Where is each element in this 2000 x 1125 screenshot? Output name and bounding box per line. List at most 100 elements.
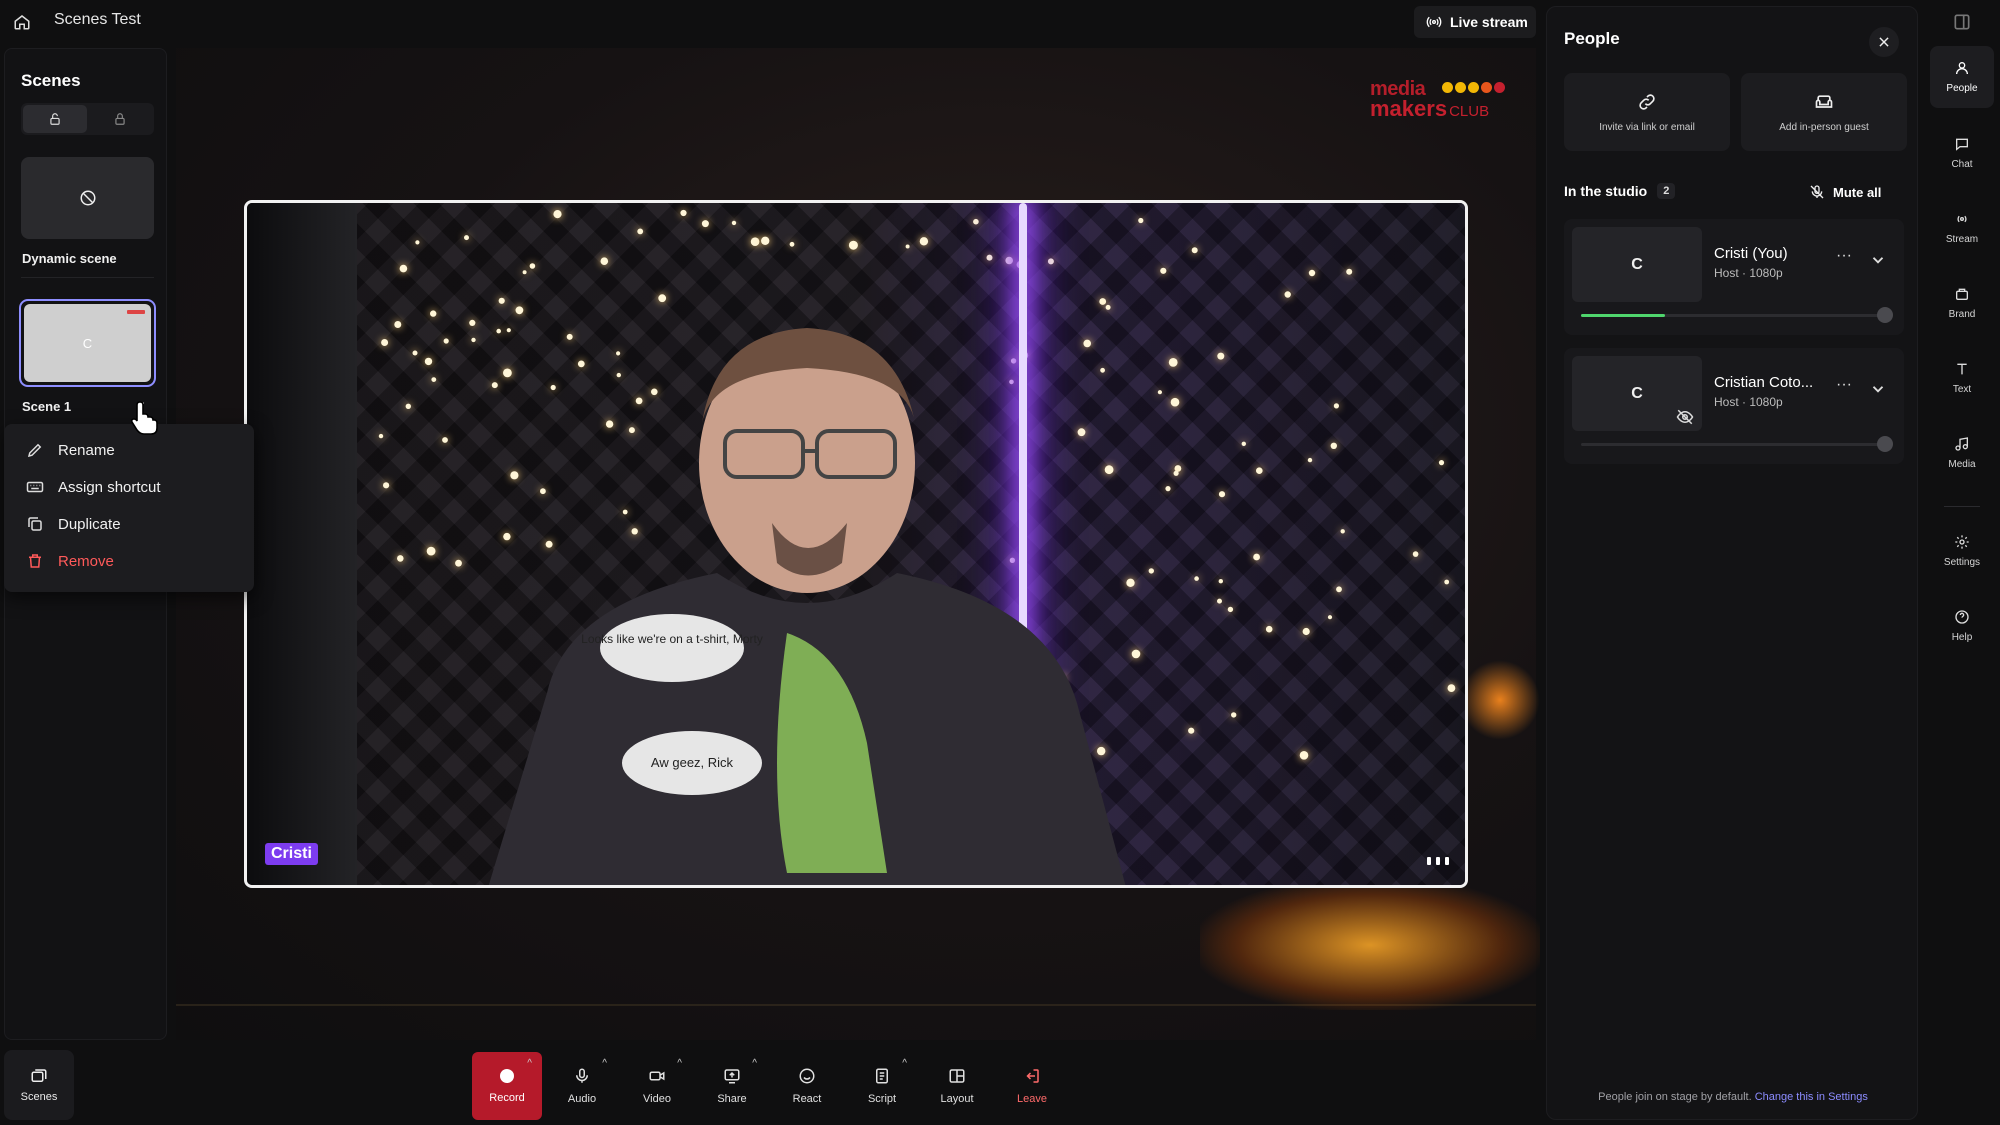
layout-button[interactable]: Layout [922, 1052, 992, 1120]
string-light-bulb [383, 482, 390, 489]
menu-item-duplicate[interactable]: Duplicate [4, 506, 254, 542]
string-light-bulb [1265, 625, 1273, 633]
rail-item-settings[interactable]: Settings [1930, 520, 1994, 582]
menu-item-label: Rename [58, 441, 115, 459]
change-in-settings-link[interactable]: Change this in Settings [1755, 1091, 1868, 1103]
string-light-bulb [1131, 649, 1141, 659]
microphone-icon [576, 1068, 588, 1083]
close-people-panel-button[interactable] [1869, 27, 1899, 57]
string-light-bulb [1157, 390, 1162, 395]
scenes-tab-button[interactable]: Scenes [4, 1050, 74, 1120]
text-icon [1957, 363, 1967, 375]
string-light-bulb [1444, 579, 1450, 585]
participant-card[interactable]: C Cristian Coto... Host · 1080p ··· [1564, 348, 1904, 464]
string-light-bulb [397, 555, 404, 562]
audio-level-meter [1581, 443, 1881, 446]
in-studio-heading: In the studio 2 [1564, 183, 1676, 199]
layout-label: Layout [940, 1093, 974, 1105]
people-title: People [1564, 29, 1620, 48]
string-light-bulb [1173, 470, 1179, 476]
lock-scenes-button[interactable] [88, 105, 152, 133]
string-light-bulb [1333, 403, 1339, 409]
dynamic-scene-thumbnail[interactable] [21, 157, 154, 239]
live-stream-button[interactable]: Live stream [1414, 6, 1536, 38]
rail-item-stream[interactable]: Stream [1930, 197, 1994, 259]
invite-link-button[interactable]: Invite via link or email [1564, 73, 1730, 151]
string-light-bulb [426, 546, 436, 556]
string-light-bulb [394, 321, 402, 328]
string-light-bulb [553, 210, 562, 219]
logo-text-makers: makers CLUB [1370, 96, 1490, 121]
add-in-person-guest-button[interactable]: Add in-person guest [1741, 73, 1907, 151]
video-button[interactable]: ^ Video [622, 1052, 692, 1120]
scenes-icon [31, 1069, 47, 1082]
string-light-bulb [1284, 291, 1291, 298]
chevron-down-icon[interactable] [1869, 251, 1887, 269]
rail-item-people[interactable]: People [1930, 46, 1994, 108]
script-button[interactable]: ^ Script [847, 1052, 917, 1120]
duplicate-icon [28, 517, 42, 531]
home-button[interactable] [8, 8, 36, 36]
rail-label: Brand [1948, 309, 1976, 320]
react-button[interactable]: React [772, 1052, 842, 1120]
record-options-caret[interactable]: ^ [527, 1058, 532, 1069]
logo-dot [1455, 82, 1466, 93]
string-light-bulb [1231, 712, 1237, 718]
mute-all-button[interactable]: Mute all [1809, 179, 1881, 205]
participant-card[interactable]: C Cristi (You) Host · 1080p ··· [1564, 219, 1904, 335]
audio-options-caret[interactable]: ^ [602, 1058, 607, 1069]
chevron-down-icon[interactable] [1869, 380, 1887, 398]
help-icon [1955, 610, 1969, 624]
menu-item-rename[interactable]: Rename [4, 432, 254, 468]
live-stream-label: Live stream [1450, 14, 1528, 30]
string-light-bulb [1302, 627, 1310, 636]
menu-item-assign-shortcut[interactable]: Assign shortcut [4, 469, 254, 505]
string-light-bulb [1327, 615, 1333, 620]
volume-slider-handle[interactable] [1877, 307, 1893, 323]
no-entry-icon [80, 190, 95, 206]
unlock-scenes-button[interactable] [23, 105, 87, 133]
string-light-bulb [455, 559, 462, 567]
share-button[interactable]: ^ Share [697, 1052, 767, 1120]
string-light-bulb [431, 377, 437, 382]
rail-item-brand[interactable]: Brand [1930, 272, 1994, 334]
leave-button[interactable]: Leave [997, 1052, 1067, 1120]
participant-more-button[interactable]: ··· [1834, 377, 1854, 396]
rail-item-media[interactable]: Media [1930, 422, 1994, 484]
shirt-text-bottom: Aw geez, Rick [651, 755, 734, 770]
rail-label: Help [1951, 632, 1973, 643]
volume-slider-handle[interactable] [1877, 436, 1893, 452]
video-more-options[interactable] [1427, 855, 1449, 867]
script-options-caret[interactable]: ^ [902, 1058, 907, 1069]
menu-item-label: Assign shortcut [58, 478, 161, 496]
participant-avatar: C [1572, 227, 1702, 302]
audio-button[interactable]: ^ Audio [547, 1052, 617, 1120]
brand-icon [1956, 288, 1968, 300]
studio-title: Scenes Test [54, 11, 141, 28]
menu-item-remove[interactable]: Remove [4, 543, 254, 579]
scene-1-thumbnail[interactable]: C [19, 299, 156, 387]
scene-1-label: Scene 1 [22, 399, 72, 414]
string-light-bulb [1307, 457, 1313, 463]
string-light-bulb [1330, 442, 1338, 449]
video-options-caret[interactable]: ^ [677, 1058, 682, 1069]
string-light-bulb [424, 357, 433, 366]
stream-icon [1957, 215, 1967, 223]
string-light-bulb [405, 403, 411, 409]
main-video-feed[interactable]: Looks like we're on a t-shirt, Morty Aw … [244, 200, 1468, 888]
dynamic-scene-label: Dynamic scene [22, 251, 117, 266]
participant-more-button[interactable]: ··· [1834, 248, 1854, 267]
sidebar-toggle-icon[interactable] [1950, 12, 1974, 32]
string-light-bulb [1218, 579, 1223, 584]
rail-label: Media [1948, 459, 1976, 470]
rail-item-text[interactable]: Text [1930, 347, 1994, 409]
rail-item-chat[interactable]: Chat [1930, 122, 1994, 184]
video-label: Video [643, 1093, 671, 1105]
audio-level-fill [1581, 314, 1665, 317]
string-light-bulb [1168, 358, 1178, 367]
media-icon [1955, 437, 1968, 451]
people-panel: People Invite via link or email Add in-p… [1546, 6, 1918, 1120]
record-button[interactable]: ^ Record [472, 1052, 542, 1120]
rail-item-help[interactable]: Help [1930, 595, 1994, 657]
share-options-caret[interactable]: ^ [752, 1058, 757, 1069]
